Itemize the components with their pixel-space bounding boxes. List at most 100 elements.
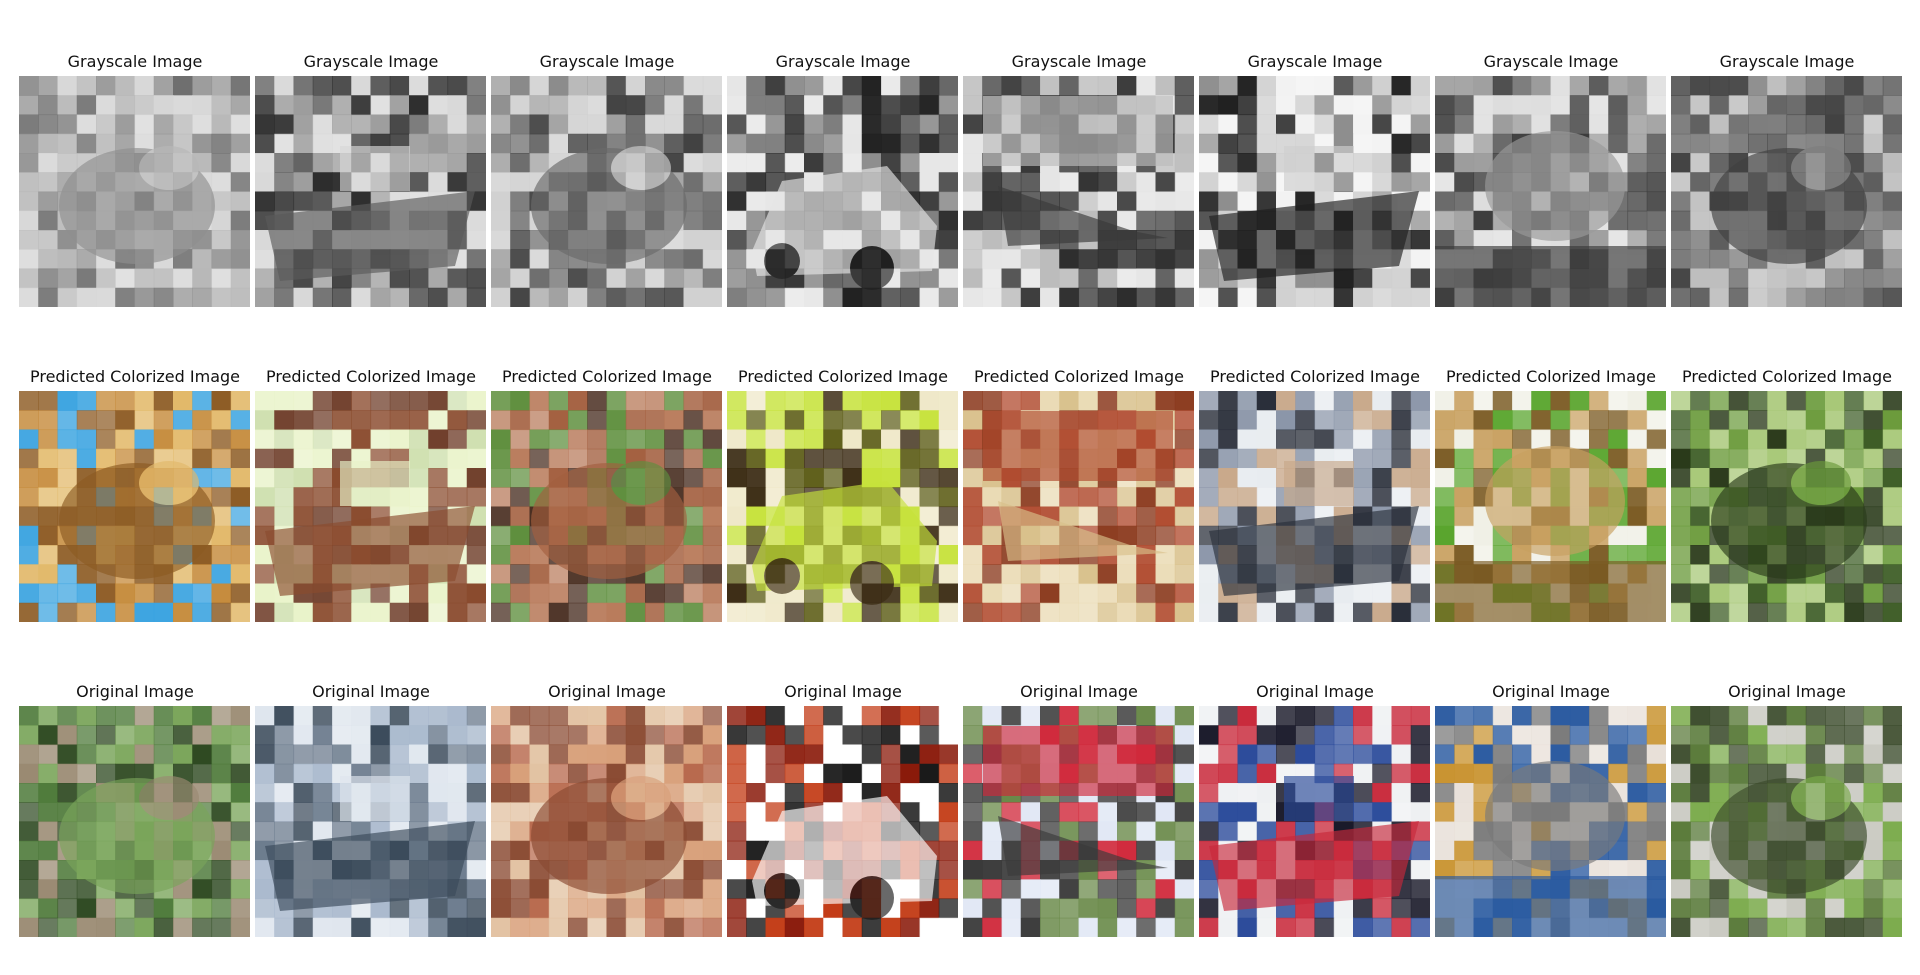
panel-title: Predicted Colorized Image: [265, 367, 476, 386]
panel-title: Predicted Colorized Image: [973, 367, 1184, 386]
panel-title: Grayscale Image: [1247, 52, 1383, 71]
panel-title: Original Image: [784, 682, 902, 701]
panel-title: Original Image: [1256, 682, 1374, 701]
image-panel: Original Image: [727, 682, 959, 937]
image-panel: Predicted Colorized Image: [255, 367, 487, 622]
image-svg: [19, 706, 250, 937]
panel-image: [963, 76, 1194, 307]
panel-title: Grayscale Image: [1011, 52, 1147, 71]
panel-image: [1435, 706, 1666, 937]
panel-title: Predicted Colorized Image: [29, 367, 240, 386]
image-svg: [1671, 706, 1902, 937]
image-panel: Original Image: [1671, 682, 1903, 937]
panel-image: [19, 706, 250, 937]
image-svg: [255, 76, 486, 307]
panel-image: [255, 706, 486, 937]
image-svg: [1199, 391, 1430, 622]
image-panel: Grayscale Image: [1671, 52, 1903, 307]
panel-title: Predicted Colorized Image: [1445, 367, 1656, 386]
panel-image: [1199, 706, 1430, 937]
image-svg: [1199, 706, 1430, 937]
image-panel: Predicted Colorized Image: [1199, 367, 1431, 622]
image-panel: Predicted Colorized Image: [727, 367, 959, 622]
image-panel: Predicted Colorized Image: [1671, 367, 1903, 622]
image-panel: Original Image: [963, 682, 1195, 937]
image-svg: [255, 706, 486, 937]
image-svg: [1671, 391, 1902, 622]
panel-image: [963, 391, 1194, 622]
image-panel: Original Image: [255, 682, 487, 937]
panel-image: [963, 706, 1194, 937]
image-svg: [1199, 76, 1430, 307]
original-row: Original Image Original Image Original Ima…: [0, 683, 1920, 973]
panel-title: Grayscale Image: [1719, 52, 1855, 71]
image-svg: [963, 391, 1194, 622]
panel-image: [1671, 76, 1902, 307]
panel-image: [491, 76, 722, 307]
image-svg: [19, 391, 250, 622]
panel-image: [491, 706, 722, 937]
panel-title: Original Image: [76, 682, 194, 701]
panel-title: Predicted Colorized Image: [501, 367, 712, 386]
panel-image: [727, 391, 958, 622]
panel-image: [491, 391, 722, 622]
image-svg: [1435, 706, 1666, 937]
panel-title: Original Image: [548, 682, 666, 701]
image-panel: Grayscale Image: [727, 52, 959, 307]
image-panel: Predicted Colorized Image: [491, 367, 723, 622]
panel-title: Grayscale Image: [67, 52, 203, 71]
image-svg: [255, 391, 486, 622]
panel-title: Grayscale Image: [539, 52, 675, 71]
image-panel: Grayscale Image: [255, 52, 487, 307]
image-panel: Grayscale Image: [1199, 52, 1431, 307]
image-svg: [727, 76, 958, 307]
image-panel: Grayscale Image: [491, 52, 723, 307]
panel-image: [255, 391, 486, 622]
panel-image: [1199, 76, 1430, 307]
image-svg: [963, 706, 1194, 937]
image-svg: [491, 706, 722, 937]
image-panel: Grayscale Image: [1435, 52, 1667, 307]
panel-title: Original Image: [1492, 682, 1610, 701]
image-panel: Original Image: [19, 682, 251, 937]
panel-image: [255, 76, 486, 307]
image-svg: [491, 391, 722, 622]
panel-title: Grayscale Image: [775, 52, 911, 71]
panel-image: [1435, 76, 1666, 307]
image-comparison-grid: Grayscale Image Grayscale Image Grayscale …: [0, 0, 1920, 975]
image-svg: [727, 391, 958, 622]
panel-image: [19, 391, 250, 622]
grayscale-row: Grayscale Image Grayscale Image Grayscale …: [0, 53, 1920, 343]
panel-image: [1435, 391, 1666, 622]
image-svg: [491, 76, 722, 307]
image-panel: Predicted Colorized Image: [963, 367, 1195, 622]
panel-title: Grayscale Image: [1483, 52, 1619, 71]
panel-image: [727, 76, 958, 307]
image-panel: Grayscale Image: [19, 52, 251, 307]
image-panel: Grayscale Image: [963, 52, 1195, 307]
image-svg: [963, 76, 1194, 307]
panel-image: [727, 706, 958, 937]
image-svg: [19, 76, 250, 307]
panel-image: [1671, 391, 1902, 622]
image-svg: [727, 706, 958, 937]
panel-title: Grayscale Image: [303, 52, 439, 71]
image-panel: Original Image: [1199, 682, 1431, 937]
image-panel: Predicted Colorized Image: [19, 367, 251, 622]
image-panel: Original Image: [1435, 682, 1667, 937]
panel-image: [1199, 391, 1430, 622]
panel-title: Original Image: [1020, 682, 1138, 701]
panel-title: Predicted Colorized Image: [1209, 367, 1420, 386]
predicted-colorized-row: Predicted Colorized Image Predicted Color…: [0, 368, 1920, 658]
image-panel: Original Image: [491, 682, 723, 937]
panel-title: Predicted Colorized Image: [737, 367, 948, 386]
panel-title: Original Image: [1728, 682, 1846, 701]
image-panel: Predicted Colorized Image: [1435, 367, 1667, 622]
panel-title: Original Image: [312, 682, 430, 701]
image-svg: [1671, 76, 1902, 307]
panel-image: [1671, 706, 1902, 937]
image-svg: [1435, 391, 1666, 622]
panel-title: Predicted Colorized Image: [1681, 367, 1892, 386]
panel-image: [19, 76, 250, 307]
image-svg: [1435, 76, 1666, 307]
